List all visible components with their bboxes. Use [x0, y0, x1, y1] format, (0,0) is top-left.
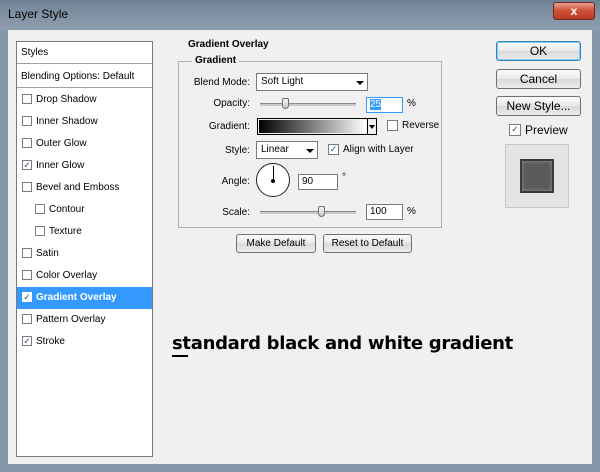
style-item-drop-shadow[interactable]: Drop Shadow: [17, 89, 152, 111]
reverse-checkbox[interactable]: [387, 120, 398, 131]
style-item-checkbox[interactable]: [35, 204, 45, 214]
close-button[interactable]: x: [553, 2, 595, 20]
cancel-button[interactable]: Cancel: [496, 69, 581, 89]
gradient-label: Gradient:: [208, 121, 250, 132]
style-label: Style:: [224, 145, 250, 156]
style-item-checkbox[interactable]: ✓: [22, 292, 32, 302]
style-item-color-overlay[interactable]: Color Overlay: [17, 265, 152, 287]
gradient-group-title: Gradient: [192, 55, 240, 66]
style-item-checkbox[interactable]: [22, 248, 32, 258]
style-item-bevel-and-emboss[interactable]: Bevel and Emboss: [17, 177, 152, 199]
angle-dial[interactable]: [256, 163, 290, 197]
angle-dial-center: [271, 179, 275, 183]
make-default-button[interactable]: Make Default: [236, 234, 316, 253]
style-item-inner-shadow[interactable]: Inner Shadow: [17, 111, 152, 133]
opacity-value: 25: [370, 99, 382, 110]
align-with-layer-label: Align with Layer: [343, 144, 414, 155]
style-item-label: Inner Glow: [36, 160, 85, 171]
blend-mode-value: Soft Light: [261, 76, 304, 87]
style-item-texture[interactable]: Texture: [17, 221, 152, 243]
style-item-contour[interactable]: Contour: [17, 199, 152, 221]
style-item-checkbox[interactable]: [22, 94, 32, 104]
angle-value: 90: [302, 176, 314, 187]
style-item-label: Stroke: [36, 336, 65, 347]
style-item-label: Contour: [49, 204, 85, 215]
chevron-down-icon: [356, 81, 364, 85]
style-item-label: Outer Glow: [36, 138, 87, 149]
blending-options-item[interactable]: Blending Options: Default: [17, 66, 152, 88]
style-item-checkbox[interactable]: [22, 270, 32, 280]
style-preview: [505, 144, 569, 208]
chevron-down-icon: [369, 125, 375, 129]
scale-slider-track[interactable]: [260, 211, 356, 214]
style-item-pattern-overlay[interactable]: Pattern Overlay: [17, 309, 152, 331]
angle-unit: °: [342, 172, 346, 183]
style-item-checkbox[interactable]: ✓: [22, 336, 32, 346]
window-frame-bottom: [0, 464, 600, 472]
style-item-label: Bevel and Emboss: [36, 182, 120, 193]
opacity-slider-thumb[interactable]: [281, 98, 289, 109]
annotation-text: standard black and white gradient: [172, 333, 513, 354]
chevron-down-icon: [306, 149, 314, 153]
style-item-checkbox[interactable]: [22, 314, 32, 324]
opacity-input[interactable]: 25: [366, 97, 403, 113]
style-item-checkbox[interactable]: ✓: [22, 160, 32, 170]
window-frame-right: [592, 30, 600, 472]
style-item-checkbox[interactable]: [22, 116, 32, 126]
angle-input[interactable]: 90: [298, 174, 338, 190]
opacity-slider-track[interactable]: [260, 103, 356, 106]
blend-mode-select[interactable]: Soft Light: [256, 73, 368, 91]
new-style-button[interactable]: New Style...: [496, 96, 581, 116]
style-item-gradient-overlay[interactable]: ✓ Gradient Overlay: [17, 287, 152, 309]
style-item-label: Drop Shadow: [36, 94, 97, 105]
gradient-dropdown-button[interactable]: [367, 119, 376, 134]
style-item-label: Color Overlay: [36, 270, 98, 281]
style-item-checkbox[interactable]: [35, 226, 45, 236]
style-item-label: Gradient Overlay: [36, 292, 117, 303]
style-select[interactable]: Linear: [256, 141, 318, 159]
annotation-underline: [172, 355, 188, 357]
scale-slider-thumb[interactable]: [318, 206, 326, 217]
style-preview-swatch: [520, 159, 554, 193]
styles-list: Styles Blending Options: Default Drop Sh…: [16, 41, 153, 457]
window-title: Layer Style: [8, 7, 69, 21]
scale-input[interactable]: 100: [366, 204, 403, 220]
scale-value: 100: [370, 206, 387, 217]
style-item-stroke[interactable]: ✓ Stroke: [17, 331, 152, 353]
style-item-label: Inner Shadow: [36, 116, 98, 127]
section-title: Gradient Overlay: [185, 39, 272, 50]
styles-header[interactable]: Styles: [17, 42, 152, 64]
reverse-label: Reverse: [402, 120, 440, 131]
window-frame-left: [0, 30, 8, 472]
style-value: Linear: [261, 144, 289, 155]
gradient-preview[interactable]: [259, 120, 366, 133]
style-item-satin[interactable]: Satin: [17, 243, 152, 265]
style-item-outer-glow[interactable]: Outer Glow: [17, 133, 152, 155]
reset-to-default-button[interactable]: Reset to Default: [323, 234, 412, 253]
preview-checkbox[interactable]: ✓: [509, 124, 521, 136]
style-item-checkbox[interactable]: [22, 182, 32, 192]
style-item-label: Satin: [36, 248, 59, 259]
preview-label: Preview: [525, 123, 568, 137]
style-item-checkbox[interactable]: [22, 138, 32, 148]
close-icon: x: [570, 4, 578, 18]
scale-unit: %: [407, 206, 416, 217]
align-with-layer-checkbox[interactable]: ✓: [328, 144, 339, 155]
opacity-unit: %: [407, 98, 416, 109]
style-item-label: Pattern Overlay: [36, 314, 106, 325]
angle-label: Angle:: [221, 176, 250, 187]
ok-button[interactable]: OK: [496, 41, 581, 61]
title-bar[interactable]: Layer Style x: [0, 0, 600, 30]
opacity-label: Opacity:: [213, 98, 250, 109]
style-item-label: Texture: [49, 226, 82, 237]
scale-label: Scale:: [222, 207, 250, 218]
blend-mode-label: Blend Mode:: [193, 77, 250, 88]
gradient-picker[interactable]: [257, 118, 377, 135]
style-item-inner-glow[interactable]: ✓ Inner Glow: [17, 155, 152, 177]
